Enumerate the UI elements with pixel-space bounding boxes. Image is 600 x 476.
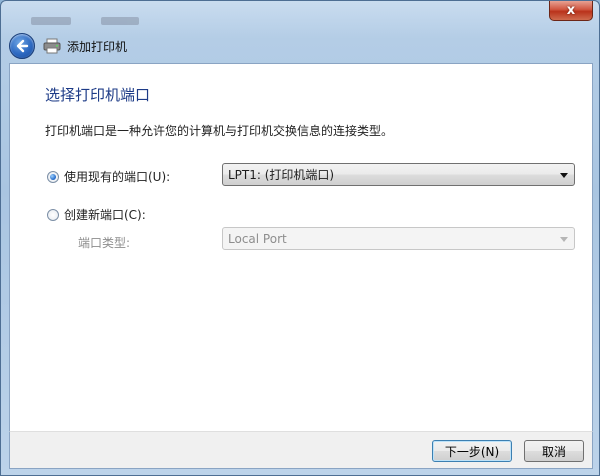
- new-port-label[interactable]: 创建新端口(C):: [64, 206, 146, 223]
- close-button[interactable]: x: [549, 1, 593, 21]
- existing-port-value: LPT1: (打印机端口): [228, 168, 335, 182]
- existing-port-radio[interactable]: [47, 170, 59, 183]
- add-printer-window: x 添加打印机 选择打印机端口 打印机端口是一种允许您的计算机与打印机交换信息的…: [0, 0, 600, 476]
- back-button[interactable]: [9, 33, 35, 59]
- existing-port-option[interactable]: 使用现有的端口(U):: [47, 168, 170, 185]
- wizard-footer: 下一步(N) 取消: [9, 431, 593, 469]
- back-arrow-icon: [16, 39, 29, 53]
- new-port-option[interactable]: 创建新端口(C):: [47, 206, 146, 223]
- existing-port-select[interactable]: LPT1: (打印机端口): [222, 163, 575, 186]
- close-icon: x: [566, 3, 576, 18]
- page-heading: 选择打印机端口: [45, 86, 151, 104]
- window-title: 添加打印机: [67, 39, 128, 54]
- wizard-content: 选择打印机端口 打印机端口是一种允许您的计算机与打印机交换信息的连接类型。 使用…: [9, 63, 593, 431]
- cancel-button[interactable]: 取消: [524, 440, 584, 462]
- port-type-value: Local Port: [228, 231, 287, 246]
- port-type-select: Local Port: [222, 227, 575, 250]
- printer-icon: [43, 38, 61, 54]
- navigation-bar: 添加打印机: [9, 31, 593, 61]
- titlebar-blurred-background: [31, 11, 191, 29]
- existing-port-label[interactable]: 使用现有的端口(U):: [64, 168, 170, 185]
- next-button[interactable]: 下一步(N): [432, 440, 512, 462]
- page-description: 打印机端口是一种允许您的计算机与打印机交换信息的连接类型。: [45, 124, 394, 138]
- dropdown-arrow-icon: [560, 237, 568, 242]
- dropdown-arrow-icon: [560, 173, 568, 178]
- port-type-label: 端口类型:: [78, 236, 131, 250]
- new-port-radio[interactable]: [47, 208, 59, 221]
